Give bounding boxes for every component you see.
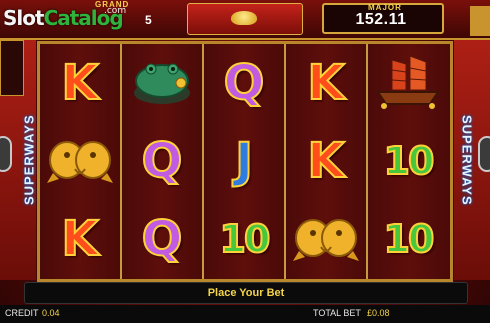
reel-column-2: QQ xyxy=(122,44,204,279)
logo-suffix: .com xyxy=(104,6,127,16)
gold-fish-icon xyxy=(291,211,361,268)
reel-cell: 10 xyxy=(204,200,284,278)
reel-cell: K xyxy=(40,44,120,122)
gold-fish-icon xyxy=(45,133,115,190)
footer-bar: CREDIT 0.04 TOTAL BET £0.08 xyxy=(0,305,490,323)
symbol-k: K xyxy=(306,55,345,111)
symbol-q: Q xyxy=(141,211,184,267)
reel-cell xyxy=(40,122,120,200)
reel-cell: Q xyxy=(204,44,284,122)
symbol-k: K xyxy=(306,133,345,189)
total-bet-value: £0.08 xyxy=(367,308,390,318)
symbol-10: 10 xyxy=(219,217,272,261)
reel-grid: K K Q Q Q J 10 K K 10 10 xyxy=(37,41,453,282)
corner-ornament xyxy=(470,6,490,36)
reel-cell xyxy=(286,200,366,278)
reel-cell: K xyxy=(286,122,366,200)
major-jackpot-value: 152.11 xyxy=(355,11,407,28)
symbol-10: 10 xyxy=(383,217,436,261)
junk-ship-icon xyxy=(372,52,444,115)
logo-part-slot: Slot xyxy=(3,6,45,30)
reel-cell xyxy=(368,44,448,122)
reel-column-5: 10 10 xyxy=(368,44,450,279)
symbol-q: Q xyxy=(141,133,184,189)
jade-toad-icon xyxy=(127,53,197,114)
reel-cell: K xyxy=(40,200,120,278)
reel-column-1: KK xyxy=(40,44,122,279)
right-arrow-button[interactable] xyxy=(478,136,490,172)
left-arrow-button[interactable] xyxy=(0,136,12,172)
total-bet-label: TOTAL BET xyxy=(313,308,361,318)
superways-label-right: SUPERWAYS xyxy=(459,114,475,206)
reel-column-4: KK xyxy=(286,44,368,279)
symbol-k: K xyxy=(60,55,99,111)
reel-cell: K xyxy=(286,44,366,122)
reel-cell: Q xyxy=(122,122,202,200)
gold-ingot-icon xyxy=(231,11,257,25)
reel-cell: Q xyxy=(122,200,202,278)
reel-column-3: Q J 10 xyxy=(204,44,286,279)
reel-cell xyxy=(122,44,202,122)
symbol-10: 10 xyxy=(383,139,436,183)
symbol-j: J xyxy=(234,133,254,189)
symbol-q: Q xyxy=(223,55,266,111)
symbol-k: K xyxy=(60,211,99,267)
grand-jackpot-value: 5 xyxy=(145,13,152,27)
message-bar: Place Your Bet xyxy=(24,282,468,304)
reel-cell: 10 xyxy=(368,200,448,278)
credit-value: 0.04 xyxy=(42,308,60,318)
credit-label: CREDIT xyxy=(5,308,39,318)
reel-cell: 10 xyxy=(368,122,448,200)
paytable-thumbnail[interactable] xyxy=(0,40,24,96)
reel-cell: J xyxy=(204,122,284,200)
